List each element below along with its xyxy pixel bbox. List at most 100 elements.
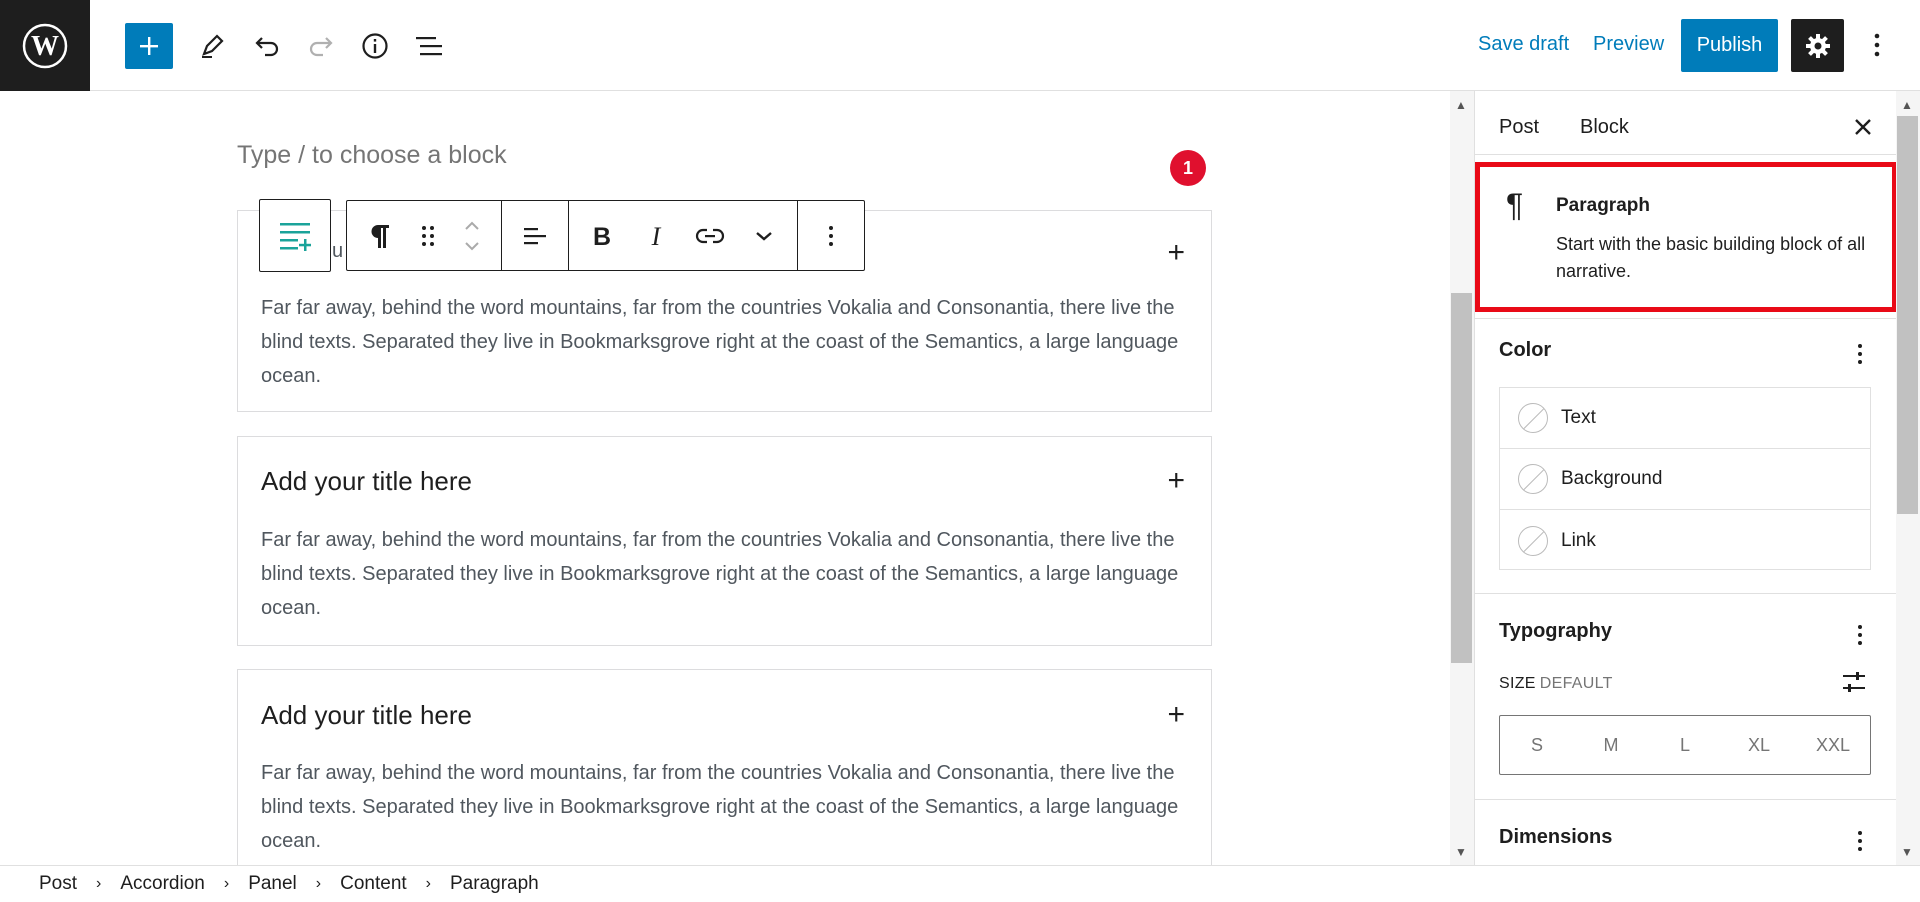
sidebar-scroll-up-arrow-icon[interactable]: ▲ (1901, 98, 1913, 112)
move-up-down-buttons[interactable] (449, 201, 495, 270)
options-group (798, 201, 864, 270)
block-breadcrumb: Post › Accordion › Panel › Content › Par… (0, 865, 1920, 902)
panel-expand-plus-icon[interactable]: + (1167, 238, 1185, 268)
canvas-scrollbar-thumb[interactable] (1451, 293, 1472, 663)
wordpress-icon: W (22, 23, 68, 68)
panel-expand-plus-icon[interactable]: + (1167, 700, 1185, 730)
sidebar-scrollbar-thumb[interactable] (1897, 116, 1918, 514)
list-view-button[interactable] (405, 23, 453, 69)
typography-panel-title[interactable]: Typography (1499, 620, 1612, 643)
block-toolbar: B I (346, 200, 865, 271)
block-options-button[interactable] (804, 201, 858, 270)
font-size-picker: S M L XL XXL (1499, 715, 1871, 775)
panel-paragraph[interactable]: Far far away, behind the word mountains,… (261, 523, 1191, 625)
color-item-background[interactable]: Background (1500, 449, 1870, 510)
undo-button[interactable] (243, 23, 291, 69)
bold-button[interactable]: B (575, 201, 629, 270)
breadcrumb-item-post[interactable]: Post (39, 873, 77, 895)
tab-block[interactable]: Block (1580, 116, 1629, 139)
typography-options-button[interactable] (1845, 618, 1875, 652)
breadcrumb-item-panel[interactable]: Panel (248, 873, 297, 895)
custom-size-button[interactable] (1837, 667, 1871, 697)
divider (1475, 593, 1897, 594)
block-type-button[interactable] (353, 201, 407, 270)
preview-button[interactable]: Preview (1593, 33, 1664, 56)
empty-color-swatch-icon (1518, 525, 1548, 556)
breadcrumb-item-content[interactable]: Content (340, 873, 407, 895)
editor-top-bar: W Save draft Preview Publish (0, 0, 1920, 91)
select-parent-block-button[interactable] (259, 199, 331, 272)
block-card: ¶ Paragraph Start with the basic buildin… (1475, 162, 1897, 312)
pencil-icon (202, 34, 224, 58)
italic-button[interactable]: I (629, 201, 683, 270)
tools-button[interactable] (188, 23, 236, 69)
details-button[interactable] (351, 23, 399, 69)
scroll-up-arrow-icon[interactable]: ▲ (1455, 98, 1467, 112)
size-value-text: DEFAULT (1539, 675, 1613, 692)
sidebar-scroll-down-arrow-icon[interactable]: ▼ (1901, 845, 1913, 859)
drag-handle[interactable] (407, 201, 449, 270)
empty-color-swatch-icon (1518, 403, 1548, 433)
color-item-label: Background (1561, 468, 1663, 489)
chevron-right-icon: › (96, 875, 102, 892)
svg-text:I: I (651, 224, 662, 248)
chevron-right-icon: › (315, 875, 322, 892)
partial-title-text: u (332, 240, 344, 262)
settings-sliders-icon (1843, 672, 1865, 692)
paragraph-icon: ¶ (1506, 187, 1524, 223)
format-group: B I (569, 201, 798, 270)
more-vertical-icon (1874, 33, 1880, 57)
panel-title[interactable]: Add your title here (261, 466, 472, 497)
color-item-label: Text (1561, 407, 1596, 428)
panel-paragraph[interactable]: Far far away, behind the word mountains,… (261, 291, 1191, 393)
link-icon (695, 228, 725, 243)
redo-button[interactable] (297, 23, 345, 69)
more-formats-button[interactable] (737, 201, 791, 270)
color-item-text[interactable]: Text (1500, 388, 1870, 449)
more-vertical-icon (1858, 831, 1862, 851)
accordion-panel-2[interactable]: Add your title here + Far far away, behi… (237, 436, 1212, 646)
dimensions-panel-title[interactable]: Dimensions (1499, 826, 1612, 849)
panel-expand-plus-icon[interactable]: + (1167, 466, 1185, 496)
color-item-link[interactable]: Link (1500, 510, 1870, 571)
panel-title[interactable]: Add your title here (261, 700, 472, 731)
panel-paragraph[interactable]: Far far away, behind the word mountains,… (261, 756, 1191, 858)
wordpress-logo-button[interactable]: W (0, 0, 90, 91)
tab-post[interactable]: Post (1499, 116, 1539, 139)
dimensions-options-button[interactable] (1845, 824, 1875, 858)
italic-icon: I (651, 224, 662, 248)
size-option-m[interactable]: M (1574, 716, 1648, 774)
publish-button[interactable]: Publish (1681, 19, 1778, 72)
size-label-text: SIZE (1499, 675, 1536, 692)
color-panel-title[interactable]: Color (1499, 339, 1551, 362)
paragraph-icon (371, 224, 389, 248)
close-sidebar-button[interactable] (1843, 107, 1883, 147)
undo-icon (255, 37, 279, 57)
breadcrumb-item-accordion[interactable]: Accordion (120, 873, 205, 895)
size-option-s[interactable]: S (1500, 716, 1574, 774)
block-inserter-button[interactable] (125, 23, 173, 69)
options-menu-button[interactable] (1862, 25, 1892, 65)
block-placeholder[interactable]: Type / to choose a block (237, 141, 507, 170)
accordion-panel-3[interactable]: Add your title here + Far far away, behi… (237, 669, 1212, 865)
divider (1475, 318, 1897, 319)
settings-button[interactable] (1791, 19, 1844, 72)
font-size-label: SIZE DEFAULT (1499, 675, 1613, 693)
align-group (502, 201, 569, 270)
size-option-xl[interactable]: XL (1722, 716, 1796, 774)
size-option-l[interactable]: L (1648, 716, 1722, 774)
bold-icon: B (593, 224, 611, 248)
gear-icon (1805, 33, 1830, 58)
color-options-button[interactable] (1845, 337, 1875, 371)
align-text-button[interactable] (508, 201, 562, 270)
save-draft-button[interactable]: Save draft (1478, 33, 1569, 56)
link-button[interactable] (683, 201, 737, 270)
align-left-icon (524, 227, 546, 244)
drag-handle-icon (422, 225, 434, 246)
chevron-up-down-icon (465, 221, 479, 250)
scroll-down-arrow-icon[interactable]: ▼ (1455, 845, 1467, 859)
size-option-xxl[interactable]: XXL (1796, 716, 1870, 774)
block-switcher-group (347, 201, 502, 270)
redo-icon (309, 37, 333, 57)
notice-badge[interactable]: 1 (1170, 150, 1206, 186)
